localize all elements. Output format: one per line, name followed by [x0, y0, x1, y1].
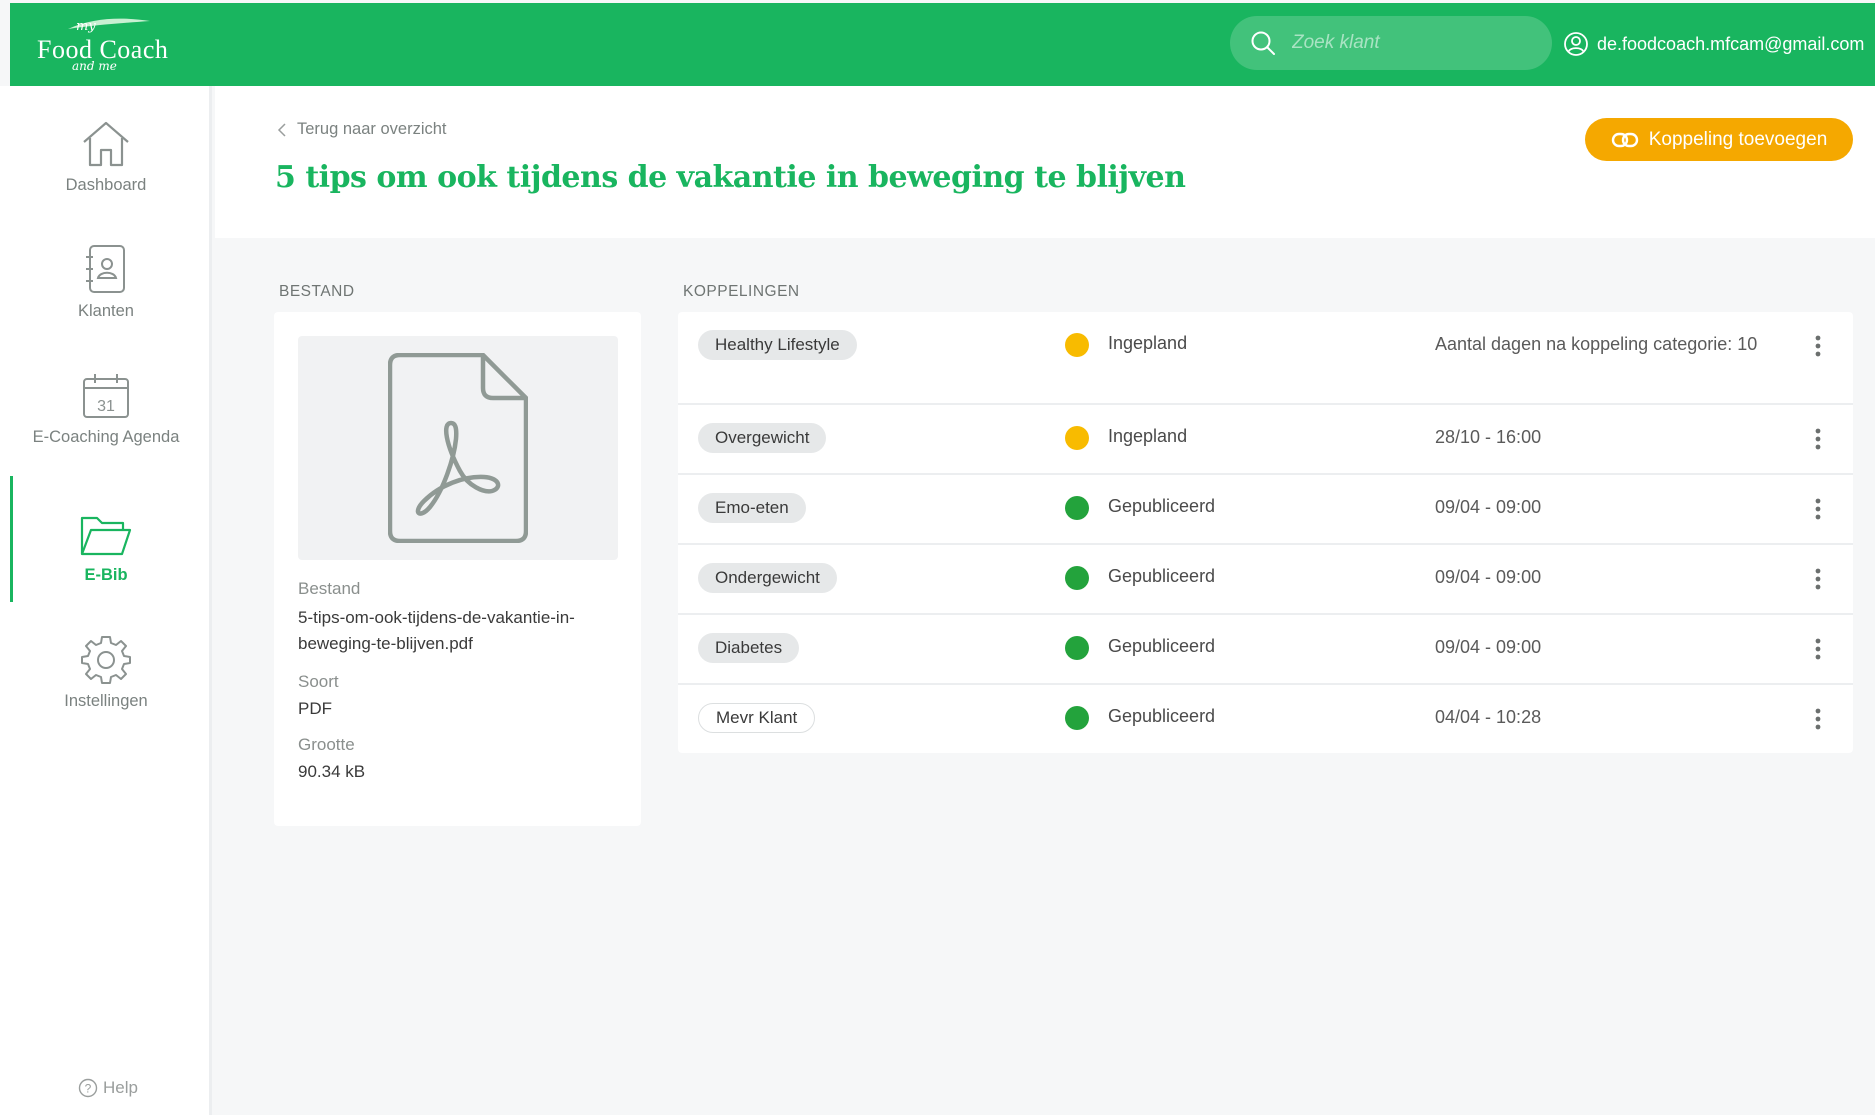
sidebar-item-label: E-Coaching Agenda	[32, 428, 180, 446]
status-text: Gepubliceerd	[1108, 636, 1216, 656]
category-tag[interactable]: Overgewicht	[698, 423, 827, 453]
link-icon	[1611, 132, 1639, 148]
links-section-label: KOPPELINGEN	[683, 283, 800, 300]
calendar-icon: 31	[81, 368, 131, 420]
table-row: Healthy Lifestyle Ingepland Aantal dagen…	[678, 312, 1853, 405]
sidebar-item-dashboard[interactable]: Dashboard	[0, 86, 212, 212]
sidebar-item-klanten[interactable]: Klanten	[0, 212, 212, 338]
status-text: Gepubliceerd	[1108, 566, 1216, 586]
file-name-label: Bestand	[298, 579, 361, 598]
status-dot	[1065, 636, 1089, 660]
status-dot	[1065, 426, 1089, 450]
gear-icon	[81, 632, 131, 684]
file-size-value: 90.34 kB	[298, 762, 366, 781]
table-row: Overgewicht Ingepland 28/10 - 16:00	[678, 405, 1853, 475]
schedule-text: 04/04 - 10:28	[1435, 707, 1542, 727]
logo-andme: and me	[72, 59, 117, 73]
category-tag[interactable]: Ondergewicht	[698, 563, 837, 593]
user-icon	[1563, 31, 1589, 57]
row-menu-icon[interactable]	[1806, 494, 1830, 524]
page-title: 5 tips om ook tijdens de vakantie in bew…	[275, 160, 1186, 195]
sidebar-item-instellingen[interactable]: Instellingen	[0, 602, 212, 728]
sidebar-item-label: Dashboard	[65, 176, 147, 194]
schedule-text: 28/10 - 16:00	[1435, 427, 1542, 447]
status-text: Gepubliceerd	[1108, 496, 1216, 516]
sidebar-item-agenda[interactable]: 31 E-Coaching Agenda	[0, 338, 212, 464]
schedule-text: Aantal dagen na koppeling categorie: 10	[1435, 334, 1758, 354]
client-search[interactable]	[1230, 16, 1552, 70]
top-bar: my Food Coach and me de.foodcoach.mfcam@…	[10, 3, 1875, 86]
svg-text:?: ?	[85, 1082, 92, 1096]
calendar-day: 31	[97, 398, 115, 415]
file-section-label: BESTAND	[279, 283, 355, 300]
row-menu-icon[interactable]	[1806, 564, 1830, 594]
add-link-label: Koppeling toevoegen	[1648, 128, 1828, 150]
sidebar-item-e-bib[interactable]: E-Bib	[0, 476, 212, 602]
sidebar-item-label: Klanten	[78, 302, 134, 320]
file-card: Bestand 5-tips-om-ook-tijdens-de-vakanti…	[274, 312, 641, 826]
client-tag[interactable]: Mevr Klant	[698, 703, 816, 733]
status-text: Ingepland	[1108, 333, 1188, 353]
status-dot	[1065, 333, 1089, 357]
file-name-value: 5-tips-om-ook-tijdens-de-vakantie-in-bew…	[298, 608, 575, 653]
schedule-text: 09/04 - 09:00	[1435, 637, 1542, 657]
status-text: Ingepland	[1108, 426, 1188, 446]
pdf-file-icon	[388, 353, 528, 543]
chevron-left-icon	[277, 122, 287, 138]
status-dot	[1065, 706, 1089, 730]
home-icon	[80, 116, 132, 168]
user-email: de.foodcoach.mfcam@gmail.com	[1597, 33, 1865, 54]
back-link[interactable]: Terug naar overzicht	[277, 120, 447, 139]
row-menu-icon[interactable]	[1806, 331, 1830, 361]
row-menu-icon[interactable]	[1806, 424, 1830, 454]
row-menu-icon[interactable]	[1806, 704, 1830, 734]
file-size-label: Grootte	[298, 735, 355, 754]
status-dot	[1065, 496, 1089, 520]
table-row: Emo-eten Gepubliceerd 09/04 - 09:00	[678, 475, 1853, 545]
sidebar: Dashboard Klanten 31 E-Coaching Agenda E…	[0, 86, 212, 1115]
category-tag[interactable]: Emo-eten	[698, 493, 806, 523]
help-link[interactable]: ? Help	[78, 1078, 138, 1098]
table-row: Mevr Klant Gepubliceerd 04/04 - 10:28	[678, 685, 1853, 753]
status-dot	[1065, 566, 1089, 590]
help-label: Help	[103, 1078, 138, 1097]
table-row: Diabetes Gepubliceerd 09/04 - 09:00	[678, 615, 1853, 685]
file-type-value: PDF	[298, 699, 332, 718]
category-tag[interactable]: Healthy Lifestyle	[698, 330, 857, 360]
search-input[interactable]	[1292, 28, 1532, 58]
file-preview[interactable]	[298, 336, 618, 560]
page-header: Terug naar overzicht 5 tips om ook tijde…	[215, 86, 1875, 238]
sidebar-item-label: Instellingen	[64, 692, 148, 710]
row-menu-icon[interactable]	[1806, 634, 1830, 664]
search-icon	[1250, 30, 1276, 61]
logo-my: my	[76, 19, 96, 34]
schedule-text: 09/04 - 09:00	[1435, 497, 1542, 517]
folder-icon	[79, 506, 133, 558]
table-row: Ondergewicht Gepubliceerd 09/04 - 09:00	[678, 545, 1853, 615]
schedule-text: 09/04 - 09:00	[1435, 567, 1542, 587]
add-link-button[interactable]: Koppeling toevoegen	[1585, 118, 1853, 161]
user-account[interactable]: de.foodcoach.mfcam@gmail.com	[1563, 28, 1864, 60]
status-text: Gepubliceerd	[1108, 706, 1216, 726]
back-label: Terug naar overzicht	[297, 120, 447, 138]
app-logo[interactable]: my Food Coach and me	[26, 15, 176, 75]
sidebar-item-label: E-Bib	[84, 566, 128, 584]
file-type-label: Soort	[298, 672, 339, 691]
category-tag[interactable]: Diabetes	[698, 633, 800, 663]
links-table: Healthy Lifestyle Ingepland Aantal dagen…	[678, 312, 1853, 753]
contacts-icon	[85, 242, 127, 294]
help-icon: ?	[78, 1078, 98, 1098]
